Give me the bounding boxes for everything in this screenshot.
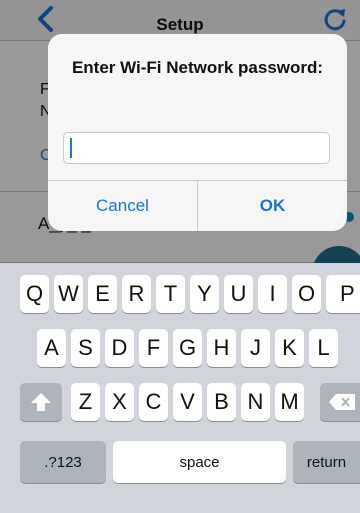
return-key[interactable]: return <box>293 441 360 483</box>
key-u[interactable]: U <box>224 275 253 313</box>
key-o[interactable]: O <box>292 275 321 313</box>
key-c[interactable]: C <box>139 383 168 421</box>
cancel-button[interactable]: Cancel <box>48 181 198 231</box>
key-m[interactable]: M <box>275 383 304 421</box>
delete-icon <box>329 394 355 410</box>
key-r[interactable]: R <box>122 275 151 313</box>
key-a[interactable]: A <box>37 329 66 367</box>
shift-icon <box>31 393 51 411</box>
alert-title: Enter Wi-Fi Network password: <box>71 58 324 77</box>
key-b[interactable]: B <box>207 383 236 421</box>
key-l[interactable]: L <box>309 329 338 367</box>
key-n[interactable]: N <box>241 383 270 421</box>
shift-key[interactable] <box>20 383 62 421</box>
key-k[interactable]: K <box>275 329 304 367</box>
key-w[interactable]: W <box>54 275 83 313</box>
key-j[interactable]: J <box>241 329 270 367</box>
key-x[interactable]: X <box>105 383 134 421</box>
key-d[interactable]: D <box>105 329 134 367</box>
ok-button[interactable]: OK <box>198 181 347 231</box>
numbers-key[interactable]: .?123 <box>20 441 106 483</box>
key-i[interactable]: I <box>258 275 287 313</box>
key-f[interactable]: F <box>139 329 168 367</box>
key-v[interactable]: V <box>173 383 202 421</box>
key-s[interactable]: S <box>71 329 100 367</box>
key-y[interactable]: Y <box>190 275 219 313</box>
key-h[interactable]: H <box>207 329 236 367</box>
key-p[interactable]: P <box>326 275 360 313</box>
key-q[interactable]: Q <box>20 275 49 313</box>
keyboard: Q W E R T Y U I O P A S D F G H J K L Z … <box>0 263 360 513</box>
delete-key[interactable] <box>320 383 360 421</box>
wifi-password-alert: Enter Wi-Fi Network password: Cancel OK <box>48 34 347 231</box>
alert-buttons: Cancel OK <box>48 180 347 231</box>
key-t[interactable]: T <box>156 275 185 313</box>
text-caret <box>70 138 72 158</box>
key-g[interactable]: G <box>173 329 202 367</box>
key-e[interactable]: E <box>88 275 117 313</box>
key-z[interactable]: Z <box>71 383 100 421</box>
space-key[interactable]: space <box>113 441 286 483</box>
password-input[interactable] <box>63 132 330 164</box>
